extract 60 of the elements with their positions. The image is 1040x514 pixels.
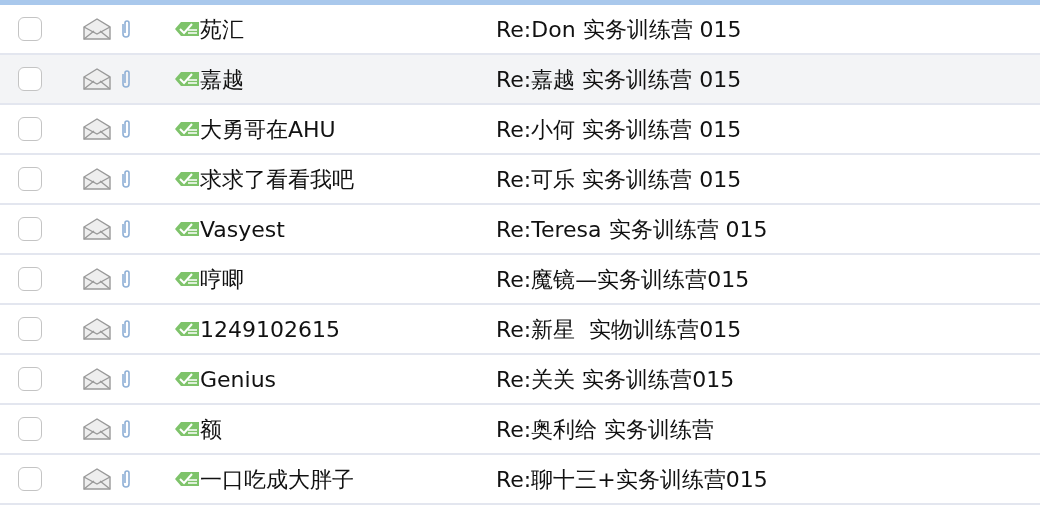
envelope-icon xyxy=(82,168,112,190)
subject-text: Re:Teresa 实务训练营 015 xyxy=(496,215,768,244)
checkbox[interactable] xyxy=(18,417,42,441)
paperclip-icon xyxy=(120,119,132,139)
sender-name: 一口吃成大胖子 xyxy=(200,465,355,494)
tag-icon xyxy=(174,121,200,137)
checkbox[interactable] xyxy=(18,67,42,91)
tag-icon xyxy=(174,471,200,487)
checkbox[interactable] xyxy=(18,367,42,391)
paperclip-icon xyxy=(120,369,132,389)
sender-name: 额 xyxy=(200,415,223,444)
subject-text: Re:Don 实务训练营 015 xyxy=(496,15,742,44)
checkbox[interactable] xyxy=(18,167,42,191)
tag-icon xyxy=(174,271,200,287)
subject-text: Re:魔镜—实务训练营015 xyxy=(496,265,750,294)
envelope-icon xyxy=(82,368,112,390)
sender-name: 1249102615 xyxy=(200,315,341,344)
sender-name: Vasyest xyxy=(200,215,286,244)
sender-name: 嘉越 xyxy=(200,65,245,94)
envelope-icon xyxy=(82,318,112,340)
envelope-icon xyxy=(82,418,112,440)
sender-name: 苑汇 xyxy=(200,15,245,44)
tag-icon xyxy=(174,221,200,237)
tag-icon xyxy=(174,321,200,337)
sender-name: 哼唧 xyxy=(200,265,245,294)
tag-icon xyxy=(174,421,200,437)
subject-text: Re:关关 实务训练营015 xyxy=(496,365,735,394)
envelope-icon xyxy=(82,268,112,290)
envelope-icon xyxy=(82,118,112,140)
tag-icon xyxy=(174,371,200,387)
envelope-icon xyxy=(82,18,112,40)
tag-icon xyxy=(174,21,200,37)
paperclip-icon xyxy=(120,269,132,289)
envelope-icon xyxy=(82,468,112,490)
subject-text: Re:小何 实务训练营 015 xyxy=(496,115,742,144)
subject-text: Re:新星 实物训练营015 xyxy=(496,315,742,344)
subject-text: Re:聊十三+实务训练营015 xyxy=(496,465,768,494)
checkbox[interactable] xyxy=(18,217,42,241)
paperclip-icon xyxy=(120,69,132,89)
paperclip-icon xyxy=(120,19,132,39)
sender-name: Genius xyxy=(200,365,278,394)
tag-icon xyxy=(174,71,200,87)
checkbox[interactable] xyxy=(18,267,42,291)
sender-name: 大勇哥在AHU xyxy=(200,115,337,144)
paperclip-icon xyxy=(120,319,132,339)
checkbox[interactable] xyxy=(18,17,42,41)
subject-text: Re:嘉越 实务训练营 015 xyxy=(496,65,742,94)
sender-name: 求求了看看我吧 xyxy=(200,165,355,194)
paperclip-icon xyxy=(120,419,132,439)
paperclip-icon xyxy=(120,219,132,239)
tag-icon xyxy=(174,171,200,187)
subject-text: Re:可乐 实务训练营 015 xyxy=(496,165,742,194)
subject-text: Re:奥利给 实务训练营 xyxy=(496,415,715,444)
paperclip-icon xyxy=(120,169,132,189)
envelope-icon xyxy=(82,218,112,240)
checkbox[interactable] xyxy=(18,117,42,141)
checkbox[interactable] xyxy=(18,317,42,341)
checkbox[interactable] xyxy=(18,467,42,491)
row-highlight[interactable] xyxy=(0,55,1040,103)
paperclip-icon xyxy=(120,469,132,489)
